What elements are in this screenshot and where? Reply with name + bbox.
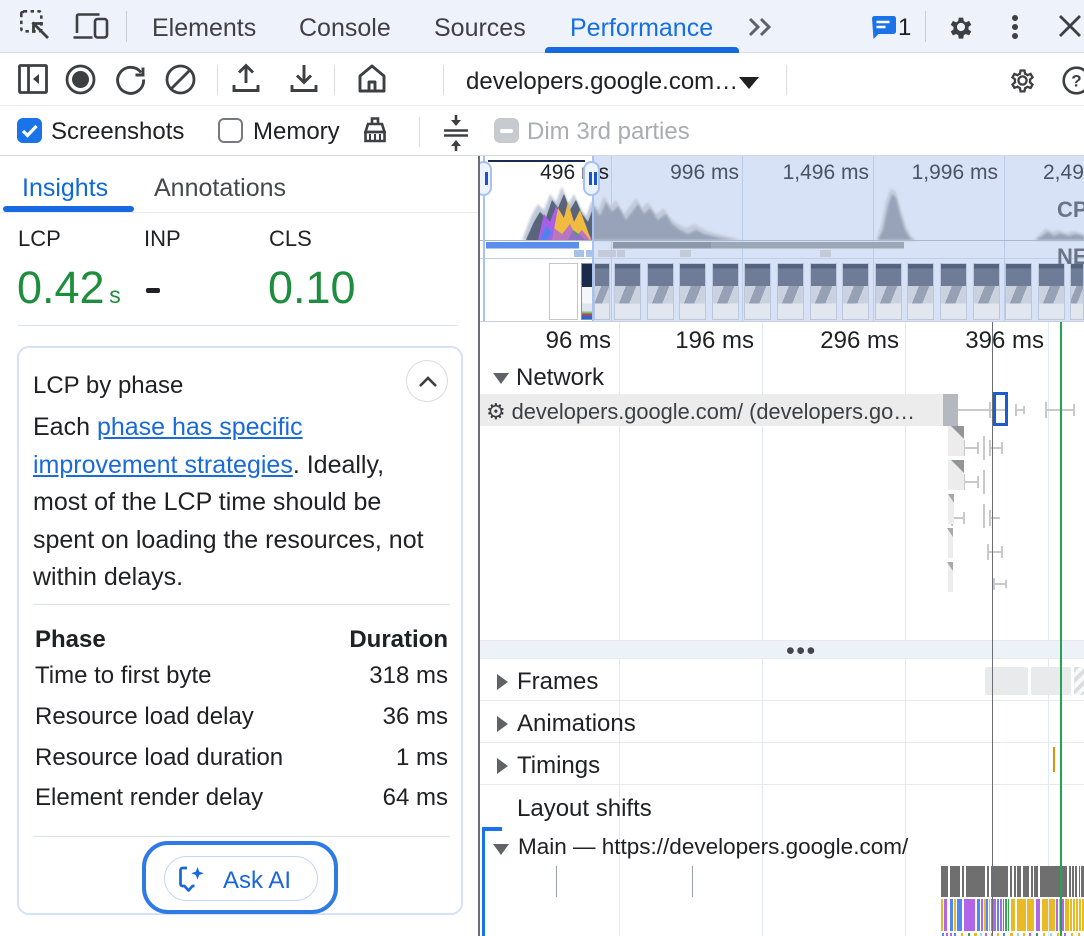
svg-text:?: ?: [1071, 72, 1081, 91]
